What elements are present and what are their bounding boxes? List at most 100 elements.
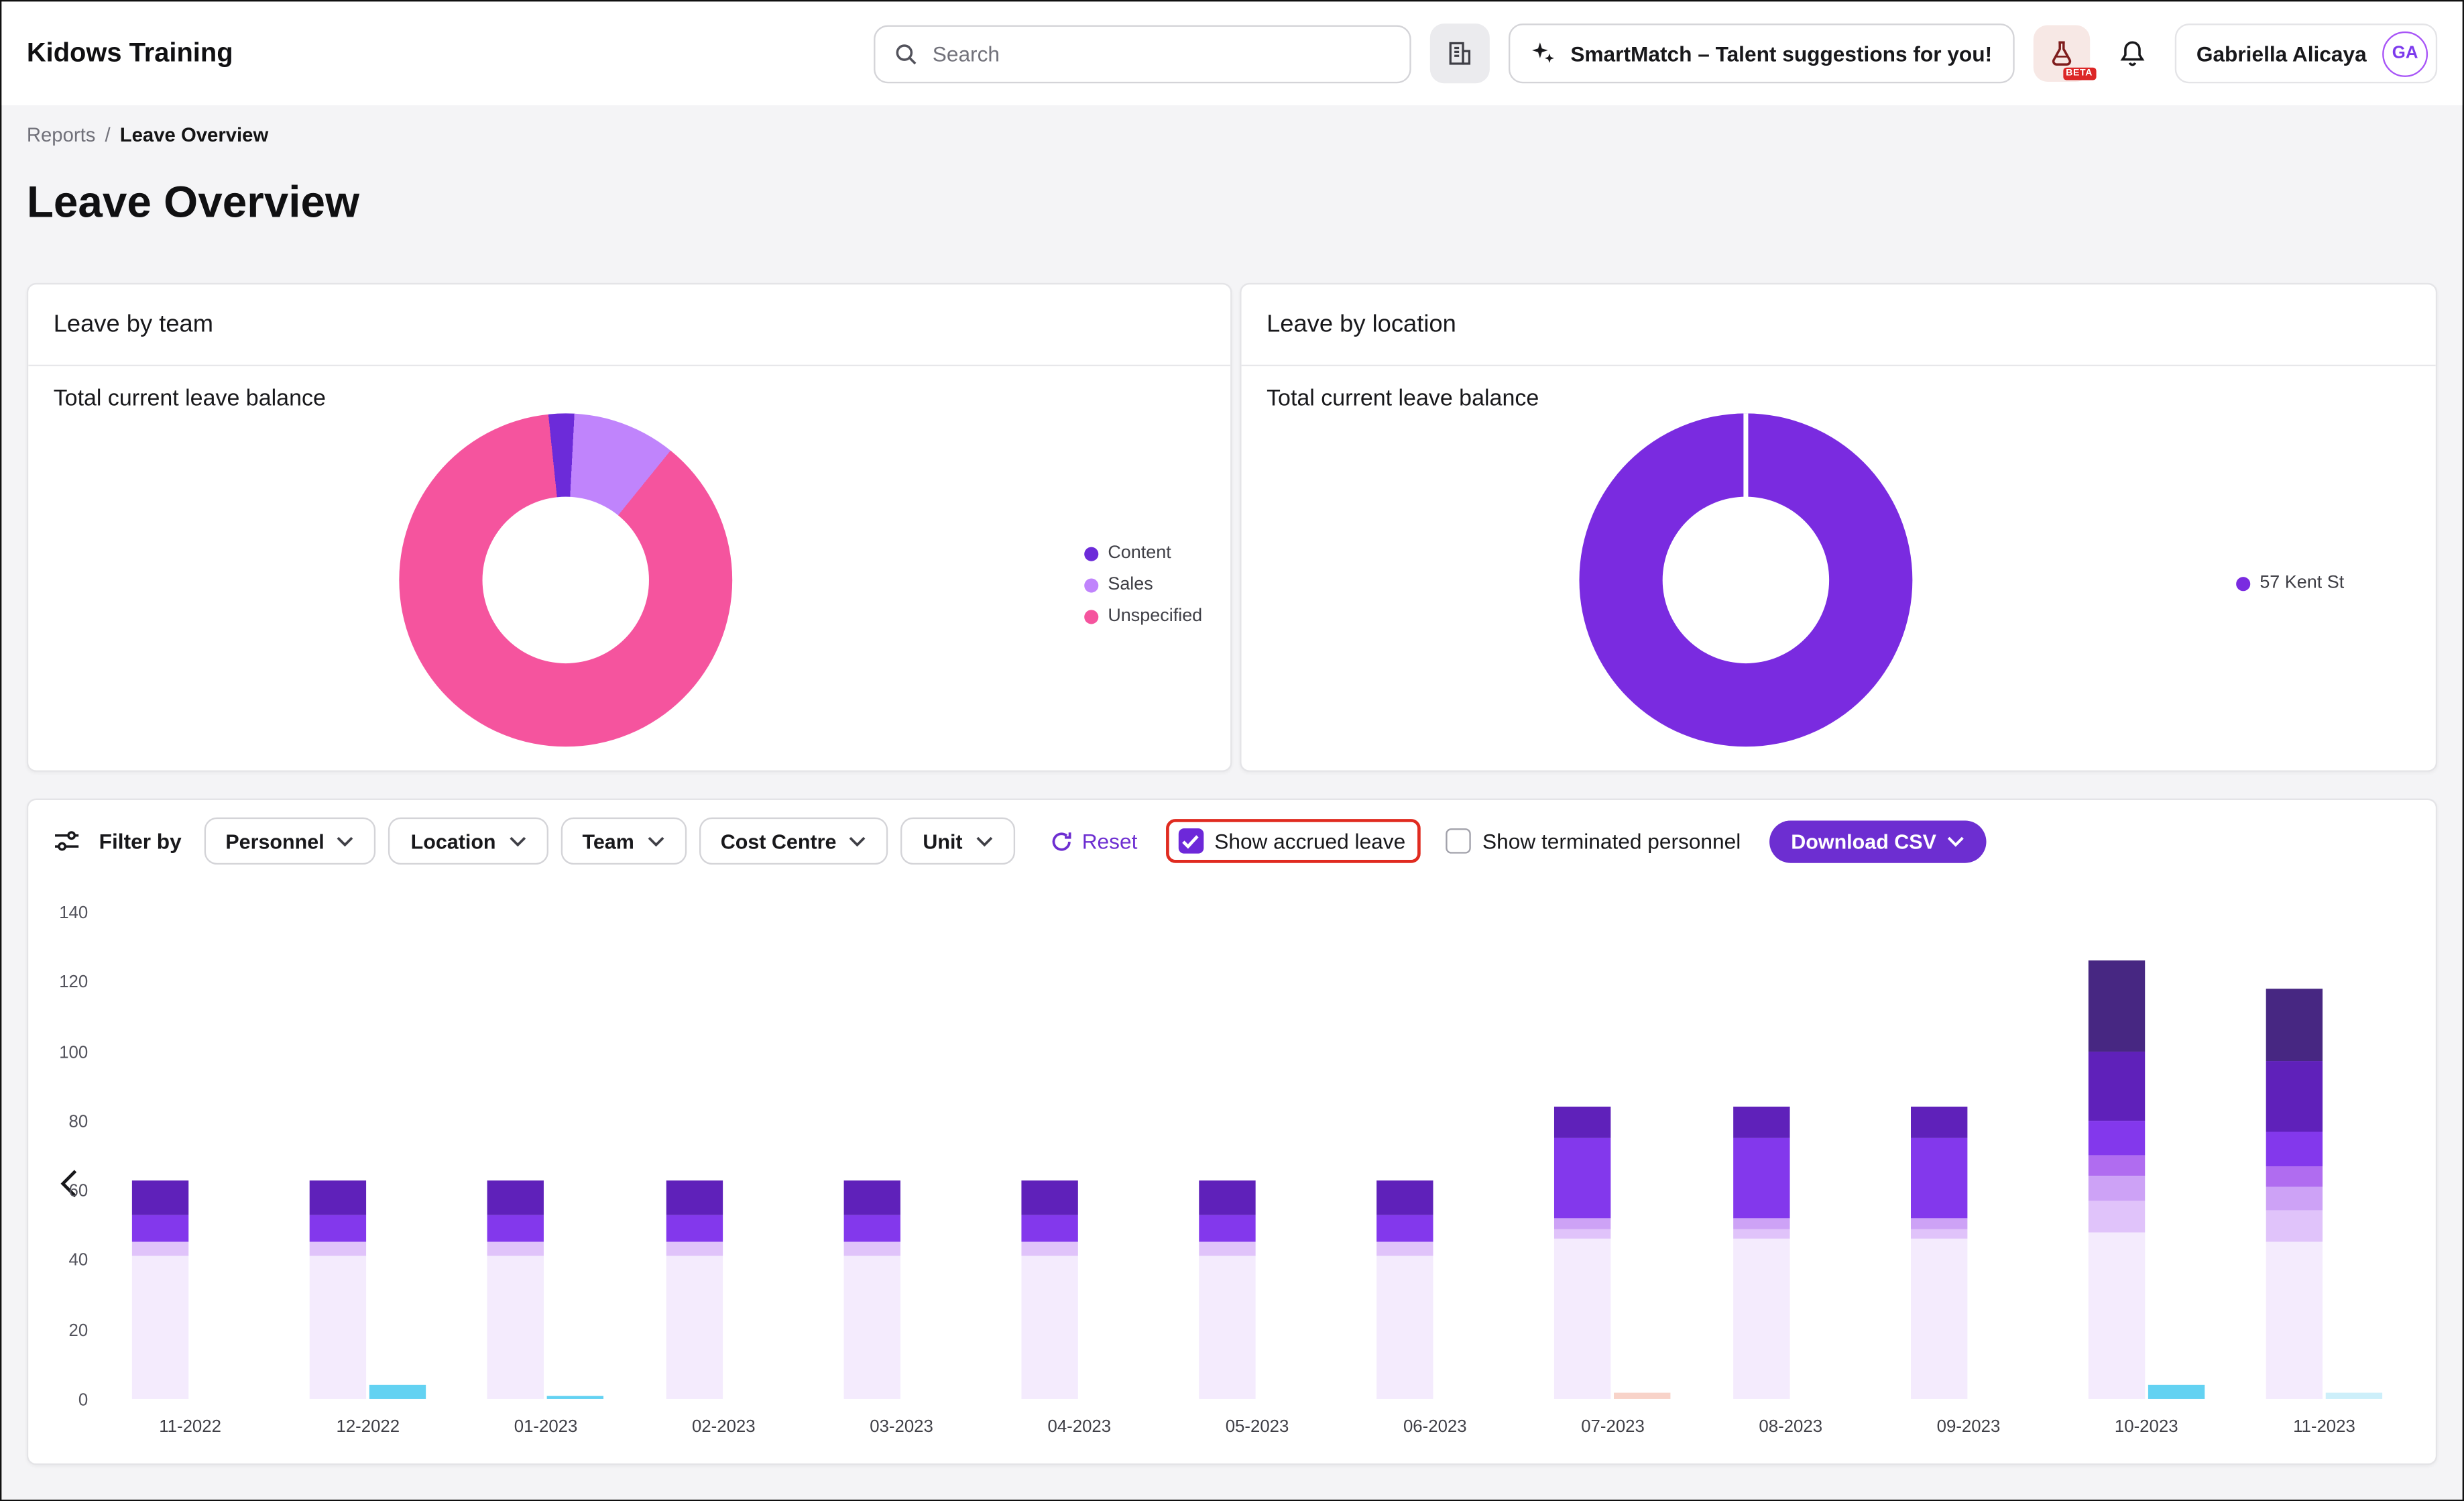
bar-segment-stack-level-2	[666, 1242, 722, 1256]
chevron-down-icon	[1947, 836, 1964, 846]
bar-segment-stack-level-1	[2266, 1242, 2323, 1399]
y-axis-tick: 120	[28, 973, 88, 992]
bar-segment-stack-level-6	[310, 1180, 366, 1215]
download-csv-button[interactable]: Download CSV	[1769, 820, 1986, 862]
bar-segment-stack-level-5	[2266, 1131, 2323, 1166]
donut-hole	[1663, 497, 1829, 663]
bar-segment-stack-level-5	[1377, 1215, 1433, 1242]
x-axis-label: 07-2023	[1550, 1418, 1676, 1437]
check-icon	[1182, 834, 1199, 848]
legend-label: Content	[1108, 544, 1171, 563]
legend-item: Unspecified	[1084, 607, 1202, 626]
bar-segment-stack-level-5	[1910, 1138, 1967, 1218]
bar-segment-stack-level-6	[1199, 1180, 1255, 1215]
secondary-cyan-bar-01-2023	[547, 1396, 603, 1399]
summary-cards-row: Leave by team Total current leave balanc…	[27, 283, 2437, 772]
breadcrumb: Reports / Leave Overview	[27, 124, 2437, 146]
bar-segment-stack-level-5	[1199, 1215, 1255, 1242]
bar-segment-stack-level-7	[2089, 960, 2145, 1051]
legend-dot	[1084, 609, 1098, 623]
bar-segment-stack-level-1	[1733, 1239, 1789, 1399]
show-terminated-personnel-checkbox[interactable]	[1446, 828, 1472, 854]
filter-cost-centre-dropdown[interactable]: Cost Centre	[699, 818, 888, 865]
filter-location-dropdown[interactable]: Location	[389, 818, 548, 865]
y-axis-tick: 20	[28, 1321, 88, 1340]
search-input[interactable]: Search	[874, 24, 1412, 82]
filter-unit-dropdown[interactable]: Unit	[901, 818, 1014, 865]
secondary-cyan-bar-10-2023	[2148, 1385, 2205, 1399]
legend-dot	[1084, 546, 1098, 560]
filter-bar: Filter by Personnel Location Team Cost C…	[28, 800, 2436, 865]
bar-segment-stack-level-5	[1555, 1138, 1611, 1218]
beta-badge: BETA	[2062, 68, 2095, 80]
chevron-down-icon	[975, 836, 992, 846]
legend-label: Sales	[1108, 575, 1153, 594]
stacked-bar-01-2023	[487, 1180, 544, 1399]
bar-segment-stack-level-1	[1021, 1256, 1077, 1399]
bar-segment-stack-level-5	[310, 1215, 366, 1242]
leave-by-team-donut-chart	[399, 413, 732, 746]
card-subtitle: Total current leave balance	[54, 387, 326, 412]
secondary-pink-bar-07-2023	[1615, 1392, 1671, 1399]
bar-segment-stack-level-2	[1199, 1242, 1255, 1256]
donut-seam	[1743, 413, 1748, 500]
y-axis-tick: 80	[28, 1113, 88, 1131]
bar-segment-stack-level-6	[1733, 1107, 1789, 1138]
x-axis-label: 05-2023	[1194, 1418, 1320, 1437]
beta-labs-button[interactable]: BETA	[2033, 25, 2089, 82]
y-axis-tick: 40	[28, 1252, 88, 1271]
bar-segment-stack-level-1	[1199, 1256, 1255, 1399]
bar-segment-stack-level-1	[843, 1256, 900, 1399]
organisation-button[interactable]	[1431, 23, 1490, 83]
notifications-button[interactable]	[2109, 23, 2156, 83]
bar-segment-stack-level-2	[1021, 1242, 1077, 1256]
bar-segment-stack-level-3	[1910, 1218, 1967, 1229]
top-bar: Kidows Training Search SmartMatch – Tale…	[1, 1, 2462, 105]
leave-by-team-card: Leave by team Total current leave balanc…	[27, 283, 1232, 772]
bar-segment-stack-level-7	[2266, 989, 2323, 1062]
y-axis-tick: 0	[28, 1391, 88, 1410]
bar-segment-stack-level-2	[1910, 1229, 1967, 1239]
filter-personnel-dropdown[interactable]: Personnel	[204, 818, 376, 865]
bar-segment-stack-level-2	[310, 1242, 366, 1256]
x-axis-label: 08-2023	[1728, 1418, 1854, 1437]
page-title: Leave Overview	[27, 178, 2437, 228]
show-accrued-leave-checkbox[interactable]	[1178, 828, 1204, 854]
reset-icon	[1049, 829, 1072, 852]
reset-filters-button[interactable]: Reset	[1049, 829, 1137, 852]
accrued-leave-label: Show accrued leave	[1214, 829, 1405, 852]
legend-item: Sales	[1084, 575, 1202, 594]
legend-dot	[1084, 577, 1098, 592]
chevron-down-icon	[647, 836, 664, 846]
x-axis-label: 06-2023	[1372, 1418, 1499, 1437]
stacked-bar-05-2023	[1199, 1180, 1255, 1399]
smartmatch-button[interactable]: SmartMatch – Talent suggestions for you!	[1509, 23, 2014, 83]
stacked-bar-04-2023	[1021, 1180, 1077, 1399]
card-body: Total current leave balance Content Sale…	[28, 366, 1230, 772]
bell-icon	[2116, 38, 2148, 69]
legend-item: 57 Kent St	[2236, 573, 2344, 592]
filter-by-label: Filter by	[99, 829, 182, 852]
profile-button[interactable]: Gabriella Alicaya GA	[2174, 23, 2437, 83]
stacked-bar-11-2023	[2266, 989, 2323, 1399]
dropdown-label: Location	[411, 829, 496, 852]
app-title: Kidows Training	[27, 38, 233, 69]
stacked-bar-08-2023	[1733, 1107, 1789, 1399]
secondary-light-cyan-bar-11-2023	[2326, 1392, 2382, 1399]
y-axis-tick: 140	[28, 904, 88, 923]
bar-segment-stack-level-2	[2089, 1201, 2145, 1232]
bar-segment-stack-level-1	[310, 1256, 366, 1399]
bar-segment-stack-level-6	[1910, 1107, 1967, 1138]
breadcrumb-reports-link[interactable]: Reports	[27, 124, 96, 146]
dropdown-label: Personnel	[225, 829, 324, 852]
bar-segment-stack-level-6	[132, 1180, 188, 1215]
bar-segment-stack-level-3	[2089, 1176, 2145, 1201]
bar-segment-stack-level-5	[1021, 1215, 1077, 1242]
bar-segment-stack-level-2	[843, 1242, 900, 1256]
dropdown-label: Cost Centre	[721, 829, 837, 852]
bar-segment-stack-level-6	[666, 1180, 722, 1215]
terminated-personnel-option: Show terminated personnel	[1446, 828, 1741, 854]
card-title: Leave by team	[28, 284, 1230, 366]
filter-team-dropdown[interactable]: Team	[561, 818, 687, 865]
y-axis-tick: 60	[28, 1182, 88, 1201]
